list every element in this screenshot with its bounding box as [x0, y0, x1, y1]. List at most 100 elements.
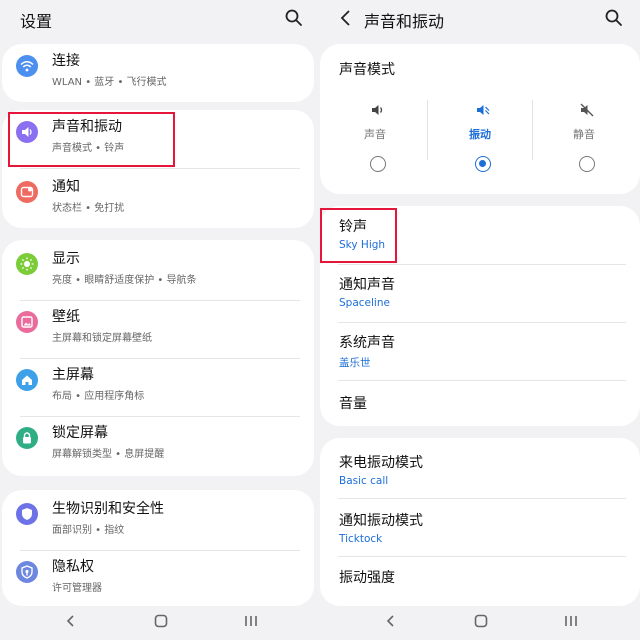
- speaker-icon: [372, 105, 383, 115]
- home-nav-button[interactable]: [472, 612, 490, 630]
- back-nav-button[interactable]: [62, 612, 80, 630]
- call-vibration-pattern-item[interactable]: 来电振动模式 Basic call: [320, 442, 640, 500]
- divider: [338, 556, 626, 557]
- setting-value: Basic call: [339, 475, 389, 487]
- back-arrow-icon: [340, 10, 350, 26]
- recents-icon: [565, 616, 577, 626]
- sound-mode-label: 静音: [573, 128, 595, 141]
- recents-nav-button[interactable]: [242, 612, 260, 630]
- lock-icon: [16, 427, 38, 449]
- settings-item-subtitle: 屏幕解锁类型 • 息屏提醒: [52, 449, 165, 460]
- settings-card-sound: 声音和振动 声音模式 • 铃声 通知 状态栏 • 免打扰: [2, 110, 314, 228]
- settings-card-security: 生物识别和安全性 面部识别 • 指纹 隐私权 许可管理器: [2, 490, 314, 606]
- wifi-icon: [16, 55, 38, 77]
- page-title: 声音和振动: [364, 12, 445, 31]
- settings-item-display[interactable]: 显示 亮度 • 眼睛舒适度保护 • 导航条: [2, 242, 314, 300]
- sound-vibration-panel: 声音和振动 声音模式 声音 振动 静音 铃声 Sky High 通知声音 Spa…: [320, 0, 640, 640]
- settings-item-title: 显示: [52, 251, 80, 267]
- home-icon: [16, 369, 38, 391]
- settings-item-subtitle: 布局 • 应用程序角标: [52, 391, 145, 402]
- sound-mode-radio-sound[interactable]: [370, 156, 386, 172]
- page-title: 设置: [20, 12, 53, 31]
- vibrate-icon: [477, 105, 490, 115]
- setting-value: Ticktock: [339, 533, 383, 545]
- notification-sound-item[interactable]: 通知声音 Spaceline: [320, 264, 640, 322]
- navigation-bar: [320, 600, 640, 640]
- settings-item-sound-vibration[interactable]: 声音和振动 声音模式 • 铃声: [2, 110, 314, 168]
- back-icon: [386, 615, 394, 627]
- notification-vibration-pattern-item[interactable]: 通知振动模式 Ticktock: [320, 500, 640, 558]
- volume-icon: [16, 121, 38, 143]
- setting-title: 通知振动模式: [339, 513, 423, 529]
- setting-title: 铃声: [339, 219, 367, 235]
- system-sound-item[interactable]: 系统声音 盖乐世: [320, 322, 640, 380]
- settings-item-subtitle: 亮度 • 眼睛舒适度保护 • 导航条: [52, 275, 197, 286]
- brightness-icon: [16, 253, 38, 275]
- settings-item-title: 连接: [52, 53, 80, 69]
- ringtone-card: 铃声 Sky High 通知声音 Spaceline 系统声音 盖乐世 音量: [320, 206, 640, 426]
- settings-panel: 设置 连接 WLAN • 蓝牙 • 飞行模式 声音和振动 声音模式 • 铃声 通…: [0, 0, 320, 640]
- home-nav-button[interactable]: [152, 612, 170, 630]
- settings-item-title: 生物识别和安全性: [52, 501, 164, 517]
- volume-item[interactable]: 音量: [320, 380, 640, 426]
- back-icon: [66, 615, 74, 627]
- settings-card-display: 显示 亮度 • 眼睛舒适度保护 • 导航条 壁纸 主屏幕和锁定屏幕壁纸 主屏幕 …: [2, 240, 314, 476]
- search-button[interactable]: [284, 8, 304, 28]
- sound-mode-radio-vibrate[interactable]: [475, 156, 491, 172]
- setting-title: 音量: [339, 396, 367, 412]
- settings-item-notifications[interactable]: 通知 状态栏 • 免打扰: [2, 170, 314, 228]
- sound-mode-title: 声音模式: [339, 62, 395, 78]
- sound-mode-label: 振动: [469, 128, 491, 141]
- settings-item-subtitle: 声音模式 • 铃声: [52, 143, 125, 154]
- settings-item-lock-screen[interactable]: 锁定屏幕 屏幕解锁类型 • 息屏提醒: [2, 416, 314, 474]
- divider: [338, 498, 626, 499]
- settings-item-subtitle: 主屏幕和锁定屏幕壁纸: [52, 333, 152, 344]
- setting-value: Sky High: [339, 239, 386, 251]
- sound-mode-option-vibrate[interactable]: 振动: [428, 92, 532, 184]
- sound-mode-option-sound[interactable]: 声音: [323, 92, 427, 184]
- setting-title: 来电振动模式: [339, 455, 423, 471]
- divider: [20, 168, 300, 169]
- home-button-icon: [154, 614, 168, 628]
- search-button[interactable]: [604, 8, 624, 28]
- ringtone-item[interactable]: 铃声 Sky High: [320, 206, 640, 264]
- sound-mode-label: 声音: [364, 128, 386, 141]
- mute-icon: [580, 103, 594, 117]
- settings-item-subtitle: WLAN • 蓝牙 • 飞行模式: [52, 77, 167, 88]
- search-icon: [605, 9, 622, 26]
- wallpaper-icon: [16, 311, 38, 333]
- settings-item-title: 壁纸: [52, 309, 80, 325]
- settings-item-title: 主屏幕: [52, 367, 94, 383]
- navigation-bar: [0, 600, 320, 640]
- sound-header: 声音和振动: [320, 0, 640, 40]
- vibration-intensity-item[interactable]: 振动强度: [320, 558, 640, 602]
- settings-card-connections: 连接 WLAN • 蓝牙 • 飞行模式: [2, 44, 314, 102]
- recents-nav-button[interactable]: [562, 612, 580, 630]
- settings-header: 设置: [0, 0, 320, 40]
- settings-item-title: 通知: [52, 179, 80, 195]
- settings-item-title: 隐私权: [52, 559, 94, 575]
- settings-item-connections[interactable]: 连接 WLAN • 蓝牙 • 飞行模式: [2, 44, 314, 102]
- settings-item-privacy[interactable]: 隐私权 许可管理器: [2, 550, 314, 606]
- setting-title: 通知声音: [339, 277, 395, 293]
- shield-icon: [16, 503, 38, 525]
- sound-mode-radio-mute[interactable]: [579, 156, 595, 172]
- notification-icon: [16, 181, 38, 203]
- setting-title: 振动强度: [339, 570, 395, 586]
- home-button-icon: [474, 614, 488, 628]
- privacy-icon: [16, 561, 38, 583]
- settings-item-subtitle: 许可管理器: [52, 583, 102, 594]
- search-icon: [285, 9, 302, 26]
- settings-item-title: 锁定屏幕: [52, 425, 108, 441]
- settings-item-wallpaper[interactable]: 壁纸 主屏幕和锁定屏幕壁纸: [2, 300, 314, 358]
- vibration-card: 来电振动模式 Basic call 通知振动模式 Ticktock 振动强度: [320, 438, 640, 606]
- back-nav-button[interactable]: [382, 612, 400, 630]
- settings-item-biometrics-security[interactable]: 生物识别和安全性 面部识别 • 指纹: [2, 492, 314, 550]
- recents-icon: [245, 616, 257, 626]
- settings-item-title: 声音和振动: [52, 119, 122, 135]
- settings-item-subtitle: 面部识别 • 指纹: [52, 525, 125, 536]
- back-button[interactable]: [336, 8, 356, 28]
- sound-mode-option-mute[interactable]: 静音: [532, 92, 636, 184]
- settings-item-home-screen[interactable]: 主屏幕 布局 • 应用程序角标: [2, 358, 314, 416]
- settings-item-subtitle: 状态栏 • 免打扰: [52, 203, 125, 214]
